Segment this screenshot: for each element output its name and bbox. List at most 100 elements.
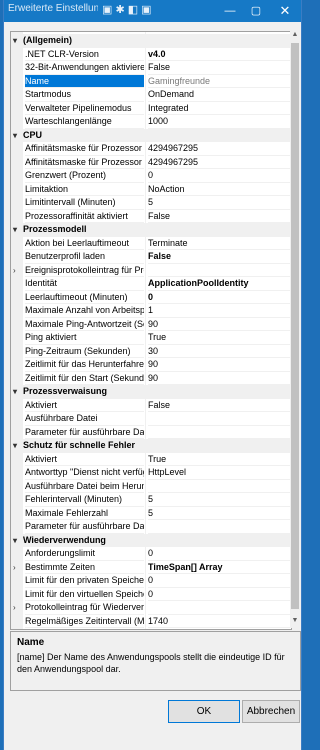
property-value[interactable]: 0 bbox=[148, 291, 291, 304]
minimize-button[interactable]: — bbox=[218, 2, 242, 20]
collapse-icon[interactable]: ▾ bbox=[13, 223, 17, 237]
property-value[interactable]: 1740 bbox=[148, 615, 291, 628]
property-value[interactable]: 90 bbox=[148, 318, 291, 331]
property-value[interactable]: NoAction bbox=[148, 183, 291, 196]
property-row[interactable]: Identität ApplicationPoolIdentity bbox=[11, 277, 291, 291]
property-row[interactable]: Limitintervall (Minuten) 5 bbox=[11, 196, 291, 210]
property-row[interactable]: › Ereignisprotokolleintrag für Proz bbox=[11, 264, 291, 278]
property-value[interactable]: TimeSpan[] Array bbox=[148, 561, 291, 574]
property-row[interactable]: Anforderungslimit 0 bbox=[11, 547, 291, 561]
property-row[interactable]: Maximale Anzahl von Arbeitspr 1 bbox=[11, 304, 291, 318]
ok-button[interactable]: OK bbox=[168, 700, 240, 723]
property-value[interactable] bbox=[148, 412, 291, 426]
category-row[interactable]: ▾ (Allgemein) bbox=[11, 34, 291, 48]
cancel-button[interactable]: Abbrechen bbox=[242, 700, 300, 723]
property-value[interactable]: True bbox=[148, 331, 291, 345]
property-row[interactable]: Parameter für ausführbare Datei bbox=[11, 520, 291, 534]
category-row[interactable]: ▾ Wiederverwendung bbox=[11, 533, 291, 548]
property-row[interactable]: Limit für den virtuellen Speiche 0 bbox=[11, 588, 291, 601]
property-value[interactable]: 0 bbox=[148, 588, 291, 601]
property-row[interactable]: Prozessoraffinität aktiviert False bbox=[11, 210, 291, 223]
property-value[interactable]: 0 bbox=[148, 547, 291, 561]
property-value[interactable]: 4294967295 bbox=[148, 142, 291, 156]
expand-icon[interactable]: › bbox=[13, 601, 16, 615]
property-value[interactable]: False bbox=[148, 210, 291, 223]
property-value[interactable]: False bbox=[148, 61, 291, 75]
property-row[interactable]: Limitaktion NoAction bbox=[11, 183, 291, 196]
category-row[interactable]: ▾ Prozessmodell bbox=[11, 223, 291, 237]
property-row[interactable]: › Protokolleintrag für Wiederverw bbox=[11, 601, 291, 615]
property-row[interactable]: Ping-Zeitraum (Sekunden) 30 bbox=[11, 345, 291, 358]
category-row[interactable]: ▾ Prozessverwaisung bbox=[11, 385, 291, 399]
property-value[interactable]: 5 bbox=[148, 493, 291, 507]
property-row[interactable]: › Bestimmte Zeiten TimeSpan[] Array bbox=[11, 561, 291, 575]
property-value[interactable]: 1 bbox=[148, 304, 291, 318]
property-value[interactable]: Gamingfreunde bbox=[148, 75, 291, 88]
property-value[interactable]: 30 bbox=[148, 345, 291, 358]
property-value[interactable]: Integrated bbox=[148, 102, 291, 115]
property-row[interactable]: Benutzerprofil laden False bbox=[11, 250, 291, 264]
property-row[interactable]: Ausführbare Datei beim Herunte bbox=[11, 480, 291, 493]
property-row[interactable]: Ausführbare Datei bbox=[11, 412, 291, 426]
property-row[interactable]: Leerlauftimeout (Minuten) 0 bbox=[11, 291, 291, 304]
property-value[interactable]: 90 bbox=[148, 372, 291, 385]
property-row[interactable]: Aktion bei Leerlauftimeout Terminate bbox=[11, 237, 291, 250]
property-row[interactable]: Ping aktiviert True bbox=[11, 331, 291, 345]
property-value[interactable]: 0 bbox=[148, 574, 291, 588]
close-button[interactable]: ✕ bbox=[270, 2, 300, 20]
property-row[interactable]: .NET CLR-Version v4.0 bbox=[11, 48, 291, 61]
property-value[interactable] bbox=[148, 601, 291, 615]
expand-icon[interactable]: › bbox=[13, 561, 16, 575]
property-row[interactable]: Name Gamingfreunde bbox=[11, 74, 291, 88]
property-value[interactable]: 90 bbox=[148, 358, 291, 372]
property-row[interactable]: Startmodus OnDemand bbox=[11, 88, 291, 102]
property-row[interactable]: Maximale Ping-Antwortzeit (Sek 90 bbox=[11, 318, 291, 331]
property-value[interactable]: 1000 bbox=[148, 115, 291, 129]
category-row[interactable]: ▾ CPU bbox=[11, 128, 291, 143]
property-value[interactable]: 5 bbox=[148, 507, 291, 520]
maximize-button[interactable]: ▢ bbox=[244, 2, 268, 20]
property-value[interactable]: OnDemand bbox=[148, 88, 291, 102]
property-row[interactable]: Grenzwert (Prozent) 0 bbox=[11, 169, 291, 183]
property-row[interactable]: Regelmäßiges Zeitintervall (Min 1740 bbox=[11, 615, 291, 628]
collapse-icon[interactable]: ▾ bbox=[13, 385, 17, 399]
property-row[interactable]: Parameter für ausführbare Datei bbox=[11, 426, 291, 439]
property-value[interactable]: v4.0 bbox=[148, 48, 291, 61]
property-row[interactable]: 32-Bit-Anwendungen aktivieren False bbox=[11, 61, 291, 75]
property-row[interactable]: Antworttyp "Dienst nicht verfüg HttpLevel bbox=[11, 466, 291, 480]
property-value[interactable] bbox=[148, 480, 291, 493]
property-row[interactable]: Affinitätsmaske für Prozessor (64 4294967… bbox=[11, 156, 291, 169]
property-value[interactable]: True bbox=[148, 453, 291, 466]
category-row[interactable]: ▾ Schutz für schnelle Fehler bbox=[11, 439, 291, 453]
property-row[interactable]: Maximale Fehlerzahl 5 bbox=[11, 507, 291, 520]
property-value[interactable]: False bbox=[148, 628, 291, 629]
expand-icon[interactable]: › bbox=[13, 264, 16, 278]
property-value[interactable]: 5 bbox=[148, 196, 291, 210]
collapse-icon[interactable]: ▾ bbox=[13, 439, 17, 453]
property-value[interactable]: False bbox=[148, 399, 291, 412]
property-row[interactable]: Aktiviert False bbox=[11, 399, 291, 412]
property-row[interactable]: Verwalteter Pipelinemodus Integrated bbox=[11, 102, 291, 115]
property-value[interactable]: Terminate bbox=[148, 237, 291, 250]
property-value[interactable] bbox=[148, 264, 291, 277]
property-value[interactable]: 0 bbox=[148, 169, 291, 183]
scroll-up-arrow-icon[interactable]: ▲ bbox=[290, 31, 300, 41]
property-value[interactable]: ApplicationPoolIdentity bbox=[148, 277, 291, 291]
property-row[interactable]: Aktiviert True bbox=[11, 453, 291, 466]
vertical-scrollbar[interactable]: ▲ ▼ bbox=[290, 31, 300, 628]
scroll-down-arrow-icon[interactable]: ▼ bbox=[290, 617, 300, 627]
property-value[interactable] bbox=[148, 426, 291, 439]
property-row[interactable]: Affinitätsmaske für Prozessor 4294967295 bbox=[11, 142, 291, 156]
property-value[interactable]: False bbox=[148, 250, 291, 264]
property-value[interactable]: HttpLevel bbox=[148, 466, 291, 480]
collapse-icon[interactable]: ▾ bbox=[13, 534, 17, 548]
property-row[interactable]: Fehlerintervall (Minuten) 5 bbox=[11, 493, 291, 507]
property-value[interactable]: 4294967295 bbox=[148, 156, 291, 169]
property-row[interactable]: Überlappende Wiederverwendur False bbox=[11, 628, 291, 629]
property-row[interactable]: Zeitlimit für das Herunterfahren 90 bbox=[11, 358, 291, 372]
collapse-icon[interactable]: ▾ bbox=[13, 129, 17, 143]
property-row[interactable]: Zeitlimit für den Start (Sekunder 90 bbox=[11, 372, 291, 385]
scroll-thumb[interactable] bbox=[291, 43, 299, 609]
property-value[interactable] bbox=[148, 520, 291, 534]
collapse-icon[interactable]: ▾ bbox=[13, 34, 17, 48]
